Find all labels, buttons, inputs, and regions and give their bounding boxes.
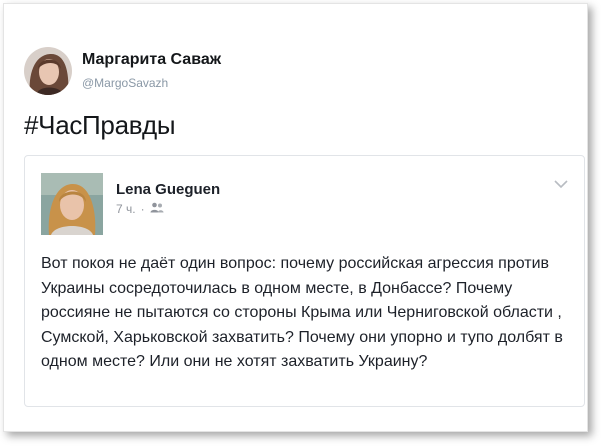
author-avatar[interactable] bbox=[24, 47, 72, 95]
post-time[interactable]: 7 ч. bbox=[116, 202, 136, 216]
quoted-author-name[interactable]: Lena Gueguen bbox=[116, 181, 220, 198]
chevron-down-icon[interactable] bbox=[554, 176, 568, 194]
quoted-post-meta: 7 ч. · bbox=[116, 202, 164, 216]
quoted-author-avatar[interactable] bbox=[41, 173, 103, 235]
author-name[interactable]: Маргарита Саваж bbox=[82, 51, 221, 69]
friends-icon bbox=[150, 202, 164, 216]
tweet-card: Маргарита Саваж @MargoSavazh #ЧасПравды … bbox=[3, 3, 588, 432]
quoted-post[interactable]: Lena Gueguen 7 ч. · Вот покоя не даёт од… bbox=[24, 155, 585, 407]
meta-separator: · bbox=[140, 202, 145, 216]
quoted-post-body: Вот покоя не даёт один вопрос: почему ро… bbox=[41, 255, 563, 370]
author-handle[interactable]: @MargoSavazh bbox=[82, 76, 168, 90]
tweet-text: #ЧасПравды bbox=[24, 110, 176, 140]
